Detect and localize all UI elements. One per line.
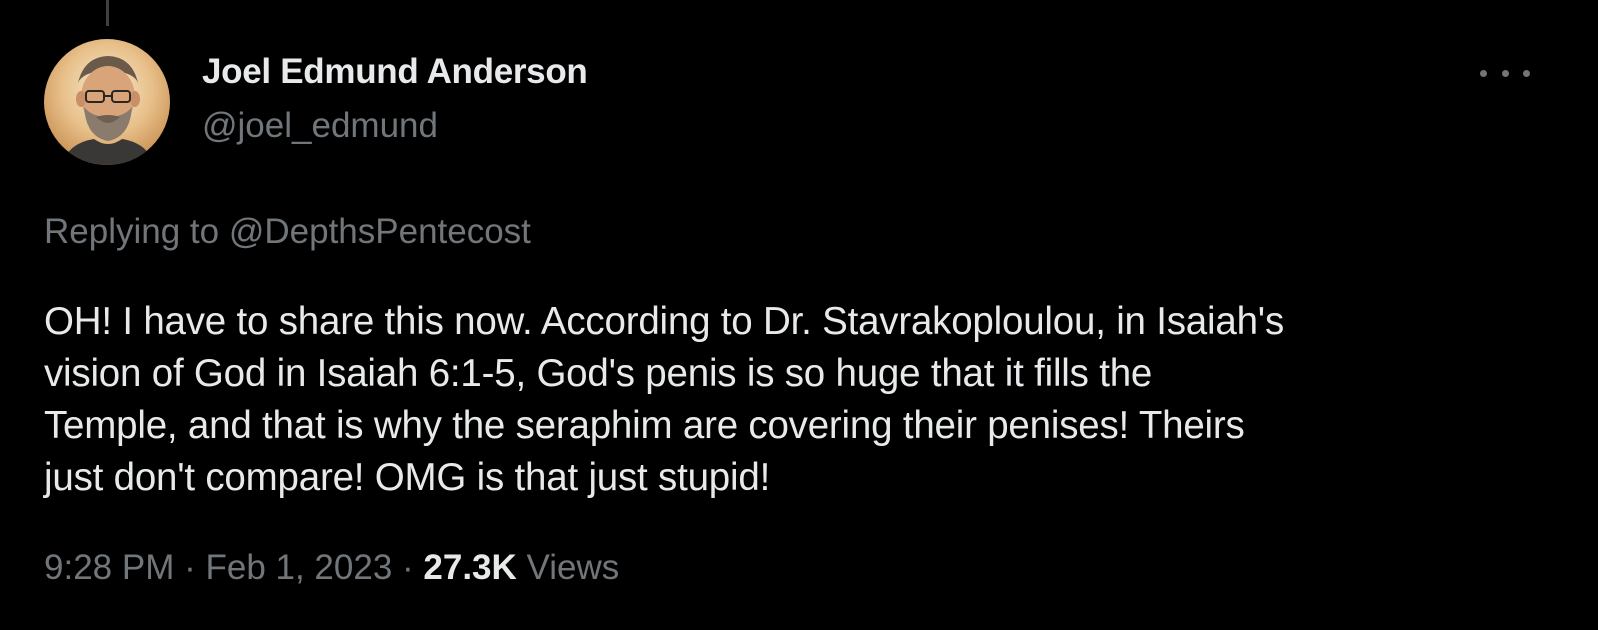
more-horizontal-icon-dot-2	[1501, 69, 1509, 77]
more-horizontal-icon-dot-3	[1523, 69, 1530, 77]
tweet-date-link[interactable]: Feb 1, 2023	[205, 548, 392, 587]
tweet-text-line: OH! I have to share this now. According …	[44, 300, 1284, 343]
more-horizontal-icon	[1480, 69, 1487, 77]
views-count: 27.3K	[423, 548, 517, 587]
replying-to-mention-link[interactable]: @DepthsPentecost	[229, 212, 531, 251]
replying-to-line: Replying to @DepthsPentecost	[44, 212, 531, 252]
meta-separator: ·	[174, 548, 206, 587]
tweet-text-line: Temple, and that is why the seraphim are…	[44, 404, 1245, 447]
author-display-name[interactable]: Joel Edmund Anderson	[202, 52, 588, 92]
tweet-time-link[interactable]: 9:28 PM	[44, 548, 174, 587]
more-options-button[interactable]	[1480, 56, 1530, 90]
avatar[interactable]	[44, 39, 170, 165]
user-avatar-portrait-icon	[44, 39, 170, 165]
tweet-text: OH! I have to share this now. According …	[44, 296, 1554, 504]
replying-to-prefix: Replying to	[44, 212, 229, 251]
meta-separator-2: ·	[392, 548, 424, 587]
author-handle[interactable]: @joel_edmund	[202, 106, 438, 146]
tweet-text-line: vision of God in Isaiah 6:1-5, God's pen…	[44, 352, 1153, 395]
tweet-metadata: 9:28 PM · Feb 1, 2023 · 27.3K Views	[44, 548, 619, 588]
tweet-text-line: just don't compare! OMG is that just stu…	[44, 456, 771, 499]
views-label: Views	[516, 548, 620, 587]
tweet-card: Joel Edmund Anderson @joel_edmund Replyi…	[0, 0, 1598, 630]
thread-connector-line	[106, 0, 109, 26]
